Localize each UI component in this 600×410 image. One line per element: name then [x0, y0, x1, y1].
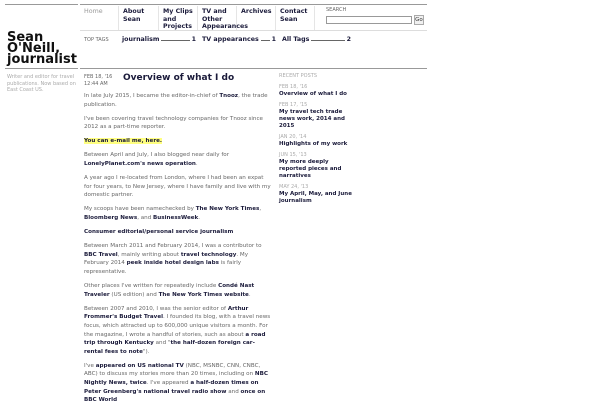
paragraph: In late July 2015, I became the editor-i… [84, 93, 268, 108]
top-tags-label: TOP TAGS [84, 37, 109, 43]
recent-post-link[interactable]: My travel tech trade news work, 2014 and… [279, 109, 354, 130]
post-date-day: FEB 18, '16 [84, 74, 113, 80]
tag-tv-appearances[interactable]: TV appearances 1 [202, 36, 276, 43]
divider [80, 4, 427, 5]
recent-post-date: MAY 24, '13 [279, 184, 309, 190]
link[interactable]: Bloomberg News [84, 215, 137, 221]
recent-posts-heading: RECENT POSTS [279, 73, 318, 79]
post-title[interactable]: Overview of what I do [123, 73, 234, 83]
search-go-button[interactable]: Go [414, 15, 424, 25]
paragraph: I've been covering travel technology com… [84, 115, 263, 131]
paragraph: Between March 2011 and February 2014, I … [84, 243, 262, 275]
tag-name: All Tags [282, 36, 310, 43]
recent-post-date: JAN 20, '14 [279, 134, 307, 140]
post-time: 12:44 AM [84, 81, 108, 87]
search-box: SEARCH Go [326, 7, 424, 25]
tag-count: 2 [346, 36, 351, 43]
divider [5, 4, 78, 5]
nav-contact[interactable]: Contact Sean [276, 6, 315, 30]
paragraph: My scoops have been namechecked by The N… [84, 206, 262, 222]
link[interactable]: The New York Times website [159, 292, 249, 298]
recent-post-date: FEB 18, '16 [279, 84, 308, 90]
paragraph: Between 2007 and 2010, I was the senior … [84, 305, 271, 355]
post-date: FEB 18, '16 12:44 AM [84, 74, 120, 88]
link[interactable]: BusinessWeek [153, 215, 198, 221]
recent-post-link[interactable]: My more deeply reported pieces and narra… [279, 159, 354, 180]
paragraph: A year ago I re-located from London, whe… [84, 175, 271, 199]
link[interactable]: appeared on US national TV [96, 363, 184, 369]
recent-post-link[interactable]: Overview of what I do [279, 91, 379, 98]
divider [5, 68, 78, 69]
link[interactable]: travel technology [181, 252, 237, 258]
nav-about[interactable]: About Sean [119, 6, 159, 30]
nav-tv[interactable]: TV and Other Appearances [198, 6, 248, 30]
nav-clips[interactable]: My Clips and Projects [159, 6, 198, 30]
divider [80, 30, 427, 31]
paragraph: You can e-mail me, here. [84, 137, 272, 146]
search-input[interactable] [326, 16, 412, 24]
tag-journalism[interactable]: journalism 1 [122, 36, 196, 43]
text: You can [84, 138, 111, 145]
divider [80, 68, 427, 69]
tag-count: 1 [271, 36, 276, 43]
site-title[interactable]: Sean O'Neill, journalist [7, 31, 77, 66]
recent-post-date: JUN 15, '13 [279, 152, 307, 158]
paragraph: Other places I've written for repeatedly… [84, 283, 255, 298]
link[interactable]: peek inside hotel design labs [127, 260, 219, 266]
paragraph: Between April and July, I also blogged n… [84, 152, 230, 168]
link[interactable]: Tnooz [219, 93, 238, 99]
tag-name: journalism [122, 36, 160, 43]
link[interactable]: The New York Times [196, 206, 260, 212]
tag-count: 1 [191, 36, 196, 43]
nav-home[interactable]: Home [80, 6, 119, 30]
main-nav: Home About Sean My Clips and Projects TV… [80, 6, 315, 30]
paragraph: I've appeared on US national TV (NBC, MS… [84, 362, 268, 404]
recent-post-link[interactable]: Highlights of my work [279, 141, 379, 148]
post-body: In late July 2015, I became the editor-i… [84, 92, 272, 410]
section-heading: Consumer editorial/personal service jour… [84, 229, 234, 236]
site-tagline: Writer and editor for travel publication… [7, 74, 76, 93]
recent-post-link[interactable]: My April, May, and June journalism [279, 191, 354, 205]
recent-post-date: FEB 17, '15 [279, 102, 308, 108]
link[interactable]: LonelyPlanet.com's news operation [84, 161, 196, 167]
recent-posts: RECENT POSTS FEB 18, '16 Overview of wha… [279, 73, 379, 209]
search-label: SEARCH [326, 7, 347, 13]
nav-archives[interactable]: Archives [237, 6, 276, 30]
tag-all[interactable]: All Tags 2 [282, 36, 351, 43]
link[interactable]: BBC Travel [84, 252, 118, 258]
email-link[interactable]: e-mail me, here. [110, 138, 162, 144]
top-tags: TOP TAGS journalism 1 TV appearances 1 All… [84, 36, 357, 43]
tag-name: TV appearances [202, 36, 259, 43]
